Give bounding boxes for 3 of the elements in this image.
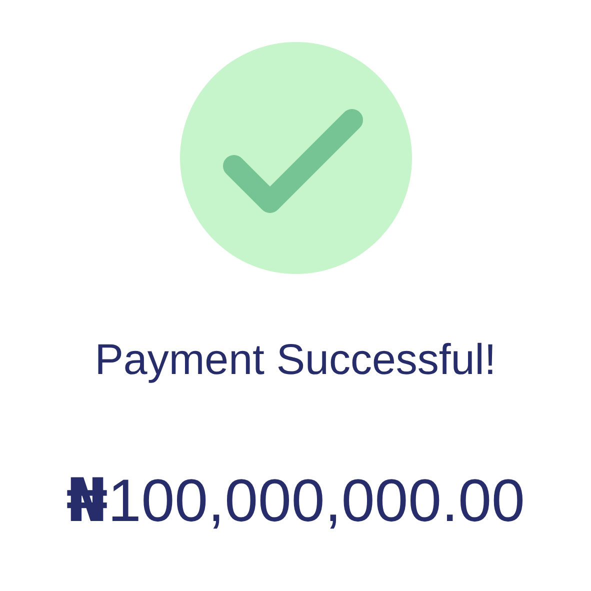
success-check-icon — [180, 42, 412, 274]
payment-amount: ₦100,000,000.00 — [66, 466, 525, 536]
payment-status-title: Payment Successful! — [94, 335, 496, 386]
